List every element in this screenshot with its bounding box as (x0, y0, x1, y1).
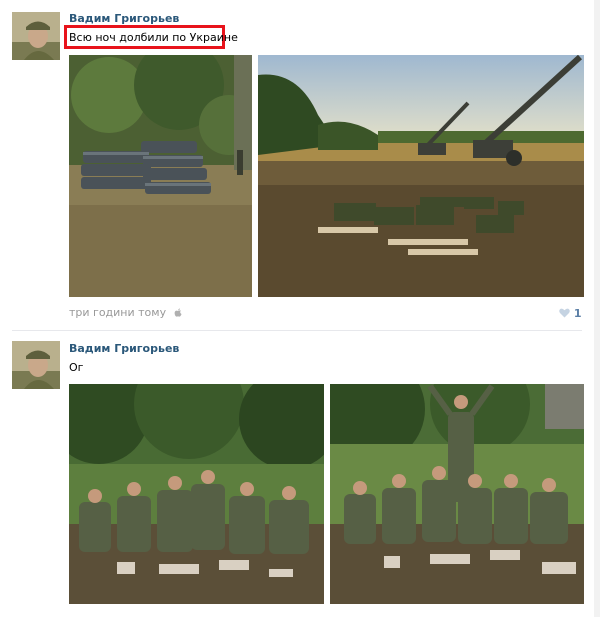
scrollbar[interactable] (594, 0, 600, 617)
artillery-field-photo[interactable] (258, 55, 584, 297)
avatar[interactable] (12, 341, 60, 389)
like-button[interactable]: 1 (559, 307, 582, 320)
post-timestamp[interactable]: три години тому (69, 307, 182, 319)
post-text: Ог (69, 361, 84, 374)
post-text: Всю ноч долбили по Украине (69, 31, 238, 44)
post-author[interactable]: Вадим Григорьев (69, 13, 179, 25)
soldiers-group-photo-2[interactable] (330, 384, 584, 604)
post-divider (12, 330, 582, 331)
heart-icon (559, 308, 570, 318)
post-author[interactable]: Вадим Григорьев (69, 343, 179, 355)
avatar[interactable] (12, 12, 60, 60)
soldiers-group-photo-1[interactable] (69, 384, 324, 604)
timestamp-text: три години тому (69, 306, 167, 319)
shell-casings-photo[interactable] (69, 55, 252, 297)
like-count: 1 (573, 307, 582, 320)
apple-icon (174, 308, 182, 317)
